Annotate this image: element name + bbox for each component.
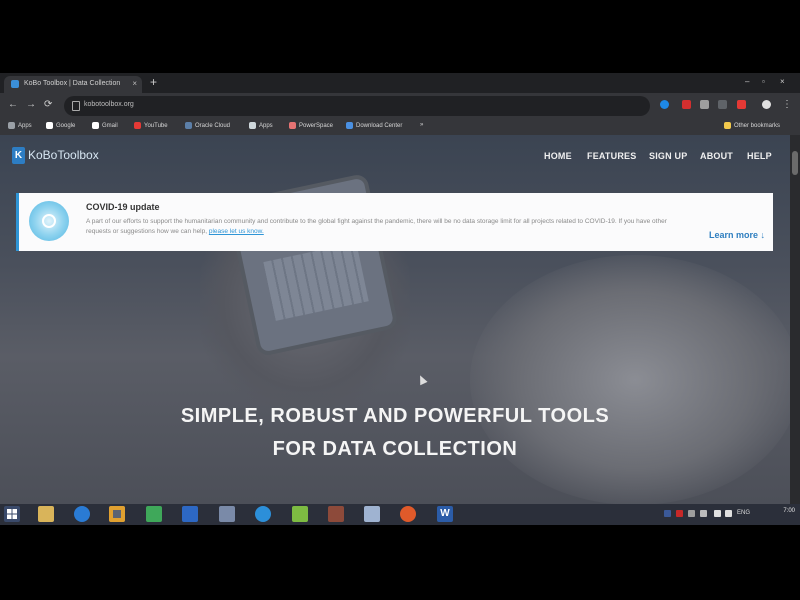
- download-icon: [346, 122, 353, 129]
- reload-button[interactable]: ⟳: [44, 99, 52, 110]
- youtube-icon: [134, 122, 141, 129]
- maximize-button[interactable]: ▫: [762, 77, 765, 86]
- browser-tab[interactable]: KoBo Toolbox | Data Collection ×: [4, 76, 142, 93]
- tray-icon[interactable]: [700, 510, 707, 517]
- tab-close-icon[interactable]: ×: [132, 79, 137, 88]
- bookmark-item[interactable]: Download Center: [346, 122, 402, 129]
- nav-help[interactable]: HELP: [747, 151, 772, 161]
- nav-about[interactable]: ABOUT: [700, 151, 733, 161]
- bookmark-item[interactable]: Google: [46, 122, 75, 129]
- language-indicator[interactable]: ENG: [737, 510, 750, 516]
- address-bar-row: ← → ⟳ kobotoolbox.org ⋮: [0, 93, 800, 119]
- phone-keyboard: [263, 242, 369, 321]
- bookmark-item[interactable]: YouTube: [134, 122, 168, 129]
- windows-taskbar: W ENG 7:00: [0, 504, 800, 525]
- bookmark-item[interactable]: Apps: [8, 122, 32, 129]
- site-header: K KoBoToolbox HOME FEATURES SIGN UP ABOU…: [0, 135, 790, 177]
- extension-icon[interactable]: [660, 100, 669, 109]
- app-icon[interactable]: [400, 506, 416, 522]
- scrollbar-thumb[interactable]: [792, 151, 798, 175]
- folder-icon: [724, 122, 731, 129]
- bookmark-item[interactable]: Oracle Cloud: [185, 122, 230, 129]
- app-icon[interactable]: [292, 506, 308, 522]
- app-icon[interactable]: [364, 506, 380, 522]
- nav-home[interactable]: HOME: [544, 151, 572, 161]
- bookmark-item[interactable]: PowerSpace: [289, 122, 333, 129]
- window-close-button[interactable]: ×: [780, 77, 785, 86]
- nav-sign-up[interactable]: SIGN UP: [649, 151, 687, 161]
- extension-icon[interactable]: [718, 100, 727, 109]
- powerspace-icon: [289, 122, 296, 129]
- tray-icon[interactable]: [664, 510, 671, 517]
- start-button[interactable]: [4, 506, 20, 522]
- windows-logo-icon: [7, 509, 17, 519]
- tab-strip: KoBo Toolbox | Data Collection × + – ▫ ×: [0, 73, 800, 93]
- hero-line-1: SIMPLE, ROBUST AND POWERFUL TOOLS: [180, 405, 610, 427]
- taskbar-clock[interactable]: 7:00: [755, 507, 795, 515]
- network-icon[interactable]: [714, 510, 721, 517]
- covid-update-banner: COVID-19 update A part of our efforts to…: [16, 193, 773, 251]
- other-bookmarks[interactable]: Other bookmarks: [724, 122, 780, 129]
- nav-features[interactable]: FEATURES: [587, 151, 636, 161]
- clock-time: 7:00: [783, 508, 795, 514]
- page-viewport: K KoBoToolbox HOME FEATURES SIGN UP ABOU…: [0, 135, 790, 504]
- extension-icon[interactable]: [737, 100, 746, 109]
- logo-text: KoBoToolbox: [28, 148, 99, 162]
- chrome-icon[interactable]: [109, 506, 125, 522]
- background-photo: [470, 255, 790, 504]
- bookmark-item[interactable]: Apps: [249, 122, 273, 129]
- app-icon[interactable]: [182, 506, 198, 522]
- page-scrollbar[interactable]: [790, 135, 800, 504]
- bookmark-item[interactable]: Gmail: [92, 122, 118, 129]
- hero-headline: SIMPLE, ROBUST AND POWERFUL TOOLS FOR DA…: [0, 400, 790, 466]
- tab-title: KoBo Toolbox | Data Collection: [24, 80, 121, 87]
- word-icon[interactable]: W: [437, 506, 453, 522]
- tray-icon[interactable]: [676, 510, 683, 517]
- page-icon: [249, 122, 256, 129]
- internet-explorer-icon[interactable]: [74, 506, 90, 522]
- volume-icon[interactable]: [725, 510, 732, 517]
- banner-contact-link[interactable]: please let us know.: [209, 228, 264, 235]
- lock-icon: [72, 101, 80, 111]
- screen: KoBo Toolbox | Data Collection × + – ▫ ×…: [0, 73, 800, 525]
- oracle-icon: [185, 122, 192, 129]
- bookmarks-more-button[interactable]: »: [420, 122, 423, 128]
- url-input[interactable]: kobotoolbox.org: [64, 96, 650, 116]
- tray-icon[interactable]: [688, 510, 695, 517]
- bookmarks-bar: Apps Google Gmail YouTube Oracle Cloud A…: [0, 119, 800, 136]
- banner-title: COVID-19 update: [86, 202, 160, 212]
- file-explorer-icon[interactable]: [38, 506, 54, 522]
- new-tab-button[interactable]: +: [150, 75, 157, 89]
- back-button[interactable]: ←: [8, 99, 18, 110]
- kobo-favicon-icon: [11, 80, 19, 88]
- browser-menu-button[interactable]: ⋮: [782, 99, 792, 110]
- globe-icon: [29, 201, 69, 241]
- app-icon[interactable]: [328, 506, 344, 522]
- globe-ring: [42, 214, 56, 228]
- extension-icon[interactable]: [682, 100, 691, 109]
- url-text: kobotoolbox.org: [84, 101, 134, 108]
- logo-mark: K: [12, 147, 25, 164]
- app-icon[interactable]: [255, 506, 271, 522]
- gmail-icon: [92, 122, 99, 129]
- forward-button[interactable]: →: [26, 99, 36, 110]
- profile-avatar[interactable]: [762, 100, 771, 109]
- banner-text: A part of our efforts to support the hum…: [86, 218, 667, 235]
- minimize-button[interactable]: –: [745, 77, 749, 86]
- hero-line-2: FOR DATA COLLECTION: [272, 438, 518, 460]
- mouse-cursor-icon: [416, 373, 428, 386]
- learn-more-link[interactable]: Learn more ↓: [709, 230, 765, 240]
- extension-icon[interactable]: [700, 100, 709, 109]
- google-icon: [46, 122, 53, 129]
- app-icon[interactable]: [219, 506, 235, 522]
- apps-icon: [8, 122, 15, 129]
- app-icon[interactable]: [146, 506, 162, 522]
